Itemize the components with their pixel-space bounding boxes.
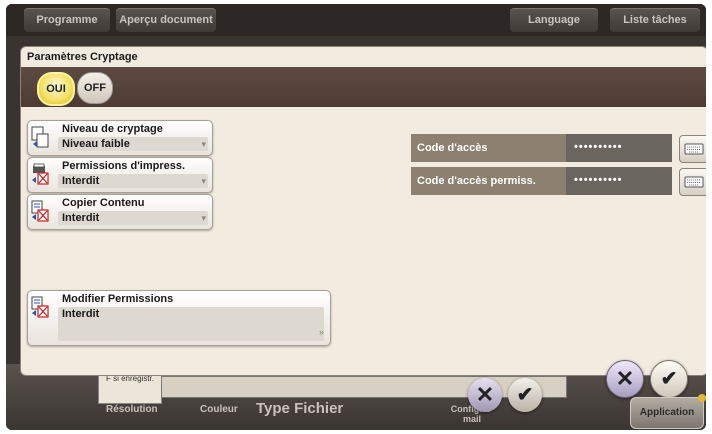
screen: Programme Aperçu document Language Liste…: [6, 4, 706, 430]
language-button[interactable]: Language: [510, 8, 598, 32]
setting-label: Niveau de cryptage: [62, 123, 163, 135]
forward-arrow-icon: »: [318, 327, 324, 337]
dialog-title: Paramètres Cryptage: [27, 51, 138, 63]
access-code-label: Code d'accès: [411, 134, 566, 162]
setting-value: Niveau faible: [62, 138, 130, 150]
permission-code-label: Code d'accès permiss.: [411, 167, 566, 195]
couleur-label[interactable]: Couleur: [200, 404, 238, 415]
liste-taches-button[interactable]: Liste tâches: [610, 8, 700, 32]
type-fichier-label[interactable]: Type Fichier: [256, 400, 343, 417]
cancel-button[interactable]: ✕: [606, 360, 644, 398]
setting-value: Interdit: [62, 212, 100, 224]
toggle-off-button[interactable]: OFF: [77, 72, 113, 104]
ok-button[interactable]: ✔: [650, 360, 688, 398]
top-bar: Programme Aperçu document Language Liste…: [6, 4, 706, 36]
application-button[interactable]: Application: [630, 397, 704, 429]
dropdown-icon: ▾: [201, 139, 206, 149]
copy-content-icon: [31, 200, 49, 222]
background-bar: [161, 376, 567, 398]
setting-label: Copier Contenu: [62, 197, 145, 209]
resolution-label[interactable]: Résolution: [106, 404, 158, 415]
setting-value: Interdit: [62, 308, 100, 320]
setting-label: Modifier Permissions: [62, 293, 174, 305]
permission-code-input[interactable]: ••••••••••: [566, 167, 672, 195]
print-permissions-button[interactable]: Permissions d'impress. Interdit ▾: [27, 157, 213, 193]
background-ok-button[interactable]: ✔: [508, 378, 542, 412]
modify-permissions-button[interactable]: Modifier Permissions Interdit »: [27, 290, 331, 346]
keyboard-icon[interactable]: [679, 168, 706, 196]
setting-label: Permissions d'impress.: [62, 160, 186, 172]
printer-icon: [32, 163, 49, 185]
programme-button[interactable]: Programme: [24, 8, 110, 32]
modify-permissions-icon: [31, 296, 49, 318]
encryption-level-icon: [31, 126, 49, 148]
dropdown-icon: ▾: [201, 176, 206, 186]
access-code-input[interactable]: ••••••••••: [566, 134, 672, 162]
toggle-on-button[interactable]: OUI: [37, 72, 75, 106]
setting-value: Interdit: [62, 175, 100, 187]
background-cancel-button[interactable]: ✕: [468, 378, 502, 412]
apercu-document-button[interactable]: Aperçu document: [116, 8, 216, 32]
keyboard-icon[interactable]: [679, 135, 706, 163]
application-indicator: [698, 394, 706, 402]
resolution-thumbnail: F si enregistr.: [98, 374, 162, 404]
toggle-band: OUI OFF: [21, 67, 706, 107]
encryption-level-button[interactable]: Niveau de cryptage Niveau faible ▾: [27, 120, 213, 156]
encryption-settings-dialog: Paramètres Cryptage OUI OFF Niveau de cr…: [20, 46, 706, 376]
dropdown-icon: ▾: [201, 213, 206, 223]
copy-content-button[interactable]: Copier Contenu Interdit ▾: [27, 194, 213, 230]
